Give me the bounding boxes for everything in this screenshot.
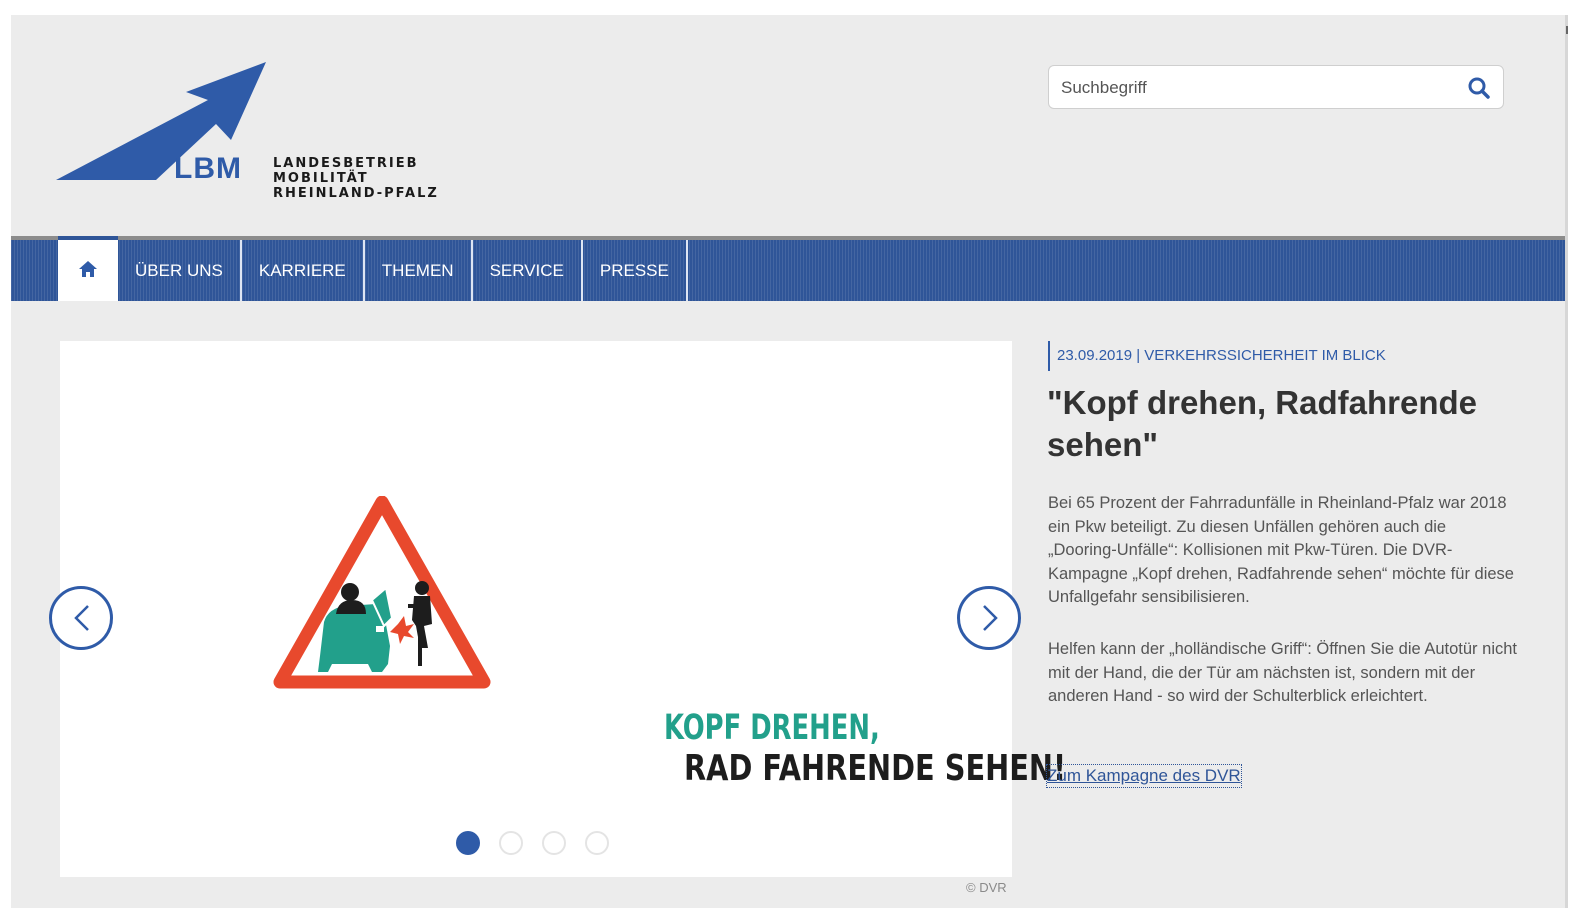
article-paragraph-1: Bei 65 Prozent der Fahrradunfälle in Rhe… (1048, 494, 1514, 606)
search-button[interactable] (1467, 76, 1491, 100)
campaign-link[interactable]: Zum Kampagne des DVR (1046, 764, 1242, 788)
slider-dot-4[interactable] (585, 831, 609, 855)
logo-arrow-icon (56, 62, 266, 180)
slider-pagination (456, 831, 609, 855)
slide-headline-line-1: KOPF DREHEN, (664, 708, 880, 748)
nav-home-button[interactable] (58, 236, 118, 301)
logo-wordmark: LANDESBETRIEB MOBILITÄT RHEINLAND-PFALZ (273, 156, 439, 201)
nav-item-service[interactable]: SERVICE (473, 240, 583, 301)
slide-headline-line-2: RAD FAHRENDE SEHEN! (684, 748, 1067, 789)
site-logo[interactable]: LBM LANDESBETRIEB MOBILITÄT RHEINLAND-PF… (56, 62, 456, 212)
home-icon (79, 261, 97, 277)
main-navigation: ÜBER UNS KARRIERE THEMEN SERVICE PRESSE (11, 236, 1565, 301)
nav-menu: ÜBER UNS KARRIERE THEMEN SERVICE PRESSE (118, 240, 688, 301)
search-icon (1468, 77, 1490, 99)
slider-dot-1[interactable] (456, 831, 480, 855)
scrollbar-track[interactable] (1565, 15, 1568, 908)
article-headline: "Kopf drehen, Radfahrende sehen" (1047, 384, 1478, 463)
slide-image: KOPF DREHEN, RAD FAHRENDE SEHEN! (272, 495, 1066, 789)
search-input[interactable] (1059, 74, 1453, 102)
nav-item-themen[interactable]: THEMEN (365, 240, 473, 301)
slider-prev-button[interactable] (49, 586, 113, 650)
warning-triangle-icon (273, 495, 491, 689)
nav-item-karriere[interactable]: KARRIERE (242, 240, 365, 301)
article-meta: 23.09.2019 | VERKEHRSSICHERHEIT IM BLICK (1048, 341, 1386, 371)
logo-abbreviation: LBM (174, 152, 242, 185)
image-slider: KOPF DREHEN, RAD FAHRENDE SEHEN! (60, 341, 1066, 877)
slider-dot-3[interactable] (542, 831, 566, 855)
nav-item-ueber-uns[interactable]: ÜBER UNS (118, 240, 242, 301)
article-paragraph-2: Helfen kann der „holländische Griff“: Öf… (1048, 640, 1517, 705)
logo-line: MOBILITÄT (273, 171, 369, 186)
image-credit: © DVR (966, 880, 1007, 895)
logo-line: LANDESBETRIEB (273, 156, 419, 171)
nav-item-presse[interactable]: PRESSE (583, 240, 688, 301)
scrollbar-thumb[interactable] (1566, 26, 1568, 34)
search-box (1048, 65, 1504, 109)
slider-next-button[interactable] (957, 586, 1021, 650)
chevron-right-icon (983, 605, 998, 631)
logo-line: RHEINLAND-PFALZ (273, 186, 439, 201)
slider-dot-2[interactable] (499, 831, 523, 855)
chevron-left-icon (74, 605, 89, 631)
